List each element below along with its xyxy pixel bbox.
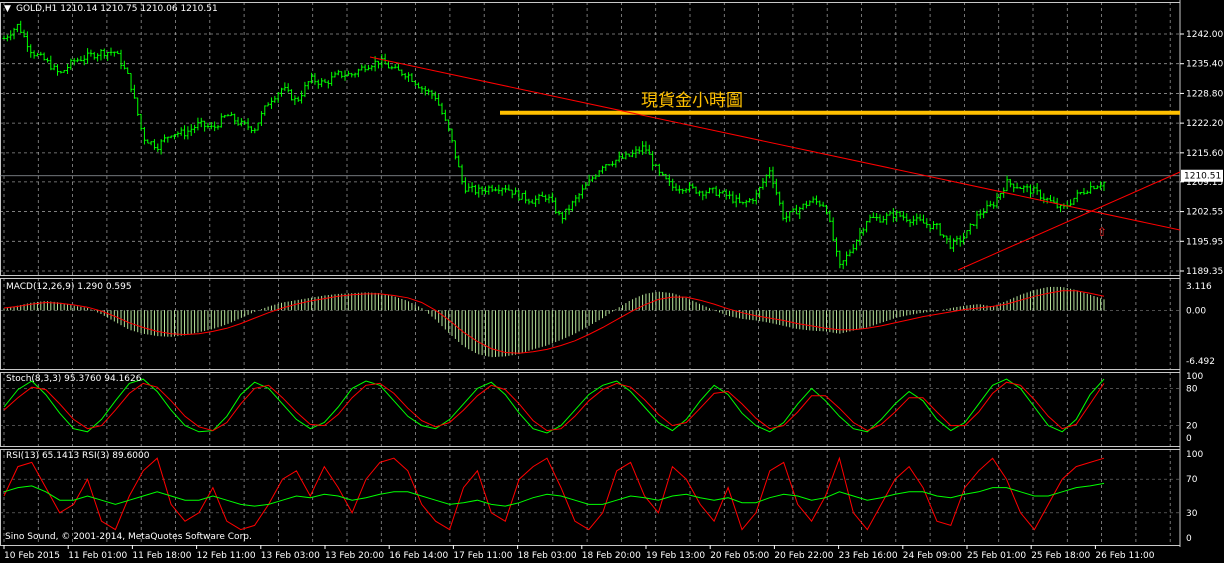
indicator-tick-label: 0 xyxy=(1186,434,1192,444)
symbol-dropdown-icon[interactable]: ▼ xyxy=(4,4,11,14)
indicator-tick-label: -6.492 xyxy=(1186,357,1215,367)
pane-border xyxy=(0,2,1181,276)
price-tick-label: 1202.55 xyxy=(1186,208,1223,218)
rsi-slow-line xyxy=(3,482,1105,507)
time-tick-label: 16 Feb 14:00 xyxy=(389,551,448,561)
rsi-fast-line xyxy=(3,456,1105,531)
mt4-chart-window[interactable]: 1242.001235.401228.801222.201215.601209.… xyxy=(0,0,1224,563)
time-tick-label: 25 Feb 18:00 xyxy=(1031,551,1090,561)
indicator-tick-label: 30 xyxy=(1186,509,1198,519)
macd-pane[interactable] xyxy=(3,286,1105,358)
time-tick-label: 17 Feb 11:00 xyxy=(453,551,512,561)
time-tick-label: 13 Feb 03:00 xyxy=(261,551,320,561)
rsi-header: RSI(13) 65.1413 RSI(3) 89.6000 xyxy=(6,451,150,461)
symbol-header: GOLD,H1 1210.14 1210.75 1210.06 1210.51 xyxy=(16,4,218,14)
last-price-label: 1210.51 xyxy=(1184,172,1221,182)
time-tick-label: 24 Feb 09:00 xyxy=(903,551,962,561)
macd-header: MACD(12,26,9) 1.290 0.595 xyxy=(6,282,132,292)
time-tick-label: 10 Feb 2015 xyxy=(4,551,60,561)
ascending-trendline xyxy=(957,171,1181,271)
price-tick-label: 1189.35 xyxy=(1186,267,1223,277)
indicator-tick-label: 100 xyxy=(1186,450,1203,460)
time-tick-label: 20 Feb 05:00 xyxy=(710,551,769,561)
up-arrow-marker-icon: ⇧ xyxy=(1097,225,1108,239)
price-tick-label: 1228.80 xyxy=(1186,89,1223,99)
indicator-tick-label: 100 xyxy=(1186,372,1203,382)
price-tick-label: 1195.95 xyxy=(1186,237,1223,247)
indicator-tick-label: 0 xyxy=(1186,534,1192,544)
time-axis: 10 Feb 2015 11 Feb 01:00 11 Feb 18:00 12 Fe… xyxy=(3,545,1155,561)
time-tick-label: 12 Feb 11:00 xyxy=(197,551,256,561)
time-tick-label: 19 Feb 13:00 xyxy=(646,551,705,561)
copyright-text: Sino Sound, © 2001-2014, MetaQuotes Soft… xyxy=(5,532,252,542)
annotation-title: 現貨金小時圖 xyxy=(641,91,743,111)
price-tick-label: 1215.60 xyxy=(1186,149,1223,159)
time-tick-label: 26 Feb 11:00 xyxy=(1095,551,1154,561)
stoch-main-line xyxy=(3,378,1105,434)
macd-signal-line xyxy=(3,290,1105,354)
stoch-header: Stoch(8,3,3) 95.3760 94.1626 xyxy=(6,374,142,384)
stochastic-pane[interactable] xyxy=(3,378,1105,434)
time-tick-label: 25 Feb 01:00 xyxy=(967,551,1026,561)
price-tick-label: 1222.20 xyxy=(1186,119,1223,129)
indicator-tick-label: 3.116 xyxy=(1186,282,1212,292)
indicator-tick-label: 0.00 xyxy=(1186,306,1206,316)
price-axis: 1242.001235.401228.801222.201215.601209.… xyxy=(1180,30,1223,544)
time-tick-label: 13 Feb 20:00 xyxy=(325,551,384,561)
rsi-pane[interactable] xyxy=(3,456,1105,531)
indicator-tick-label: 20 xyxy=(1186,422,1198,432)
time-tick-label: 20 Feb 22:00 xyxy=(774,551,833,561)
pane-border xyxy=(0,372,1181,447)
grid xyxy=(0,0,1181,547)
time-tick-label: 11 Feb 01:00 xyxy=(68,551,127,561)
stoch-signal-line xyxy=(3,381,1105,432)
indicator-tick-label: 80 xyxy=(1186,384,1198,394)
price-tick-label: 1242.00 xyxy=(1186,30,1223,40)
time-tick-label: 23 Feb 16:00 xyxy=(839,551,898,561)
price-pane[interactable] xyxy=(0,20,1181,271)
time-tick-label: 18 Feb 20:00 xyxy=(582,551,641,561)
time-tick-label: 11 Feb 18:00 xyxy=(132,551,191,561)
price-tick-label: 1235.40 xyxy=(1186,60,1223,70)
descending-trendline xyxy=(369,56,1181,231)
indicator-tick-label: 70 xyxy=(1186,475,1198,485)
time-tick-label: 18 Feb 03:00 xyxy=(518,551,577,561)
